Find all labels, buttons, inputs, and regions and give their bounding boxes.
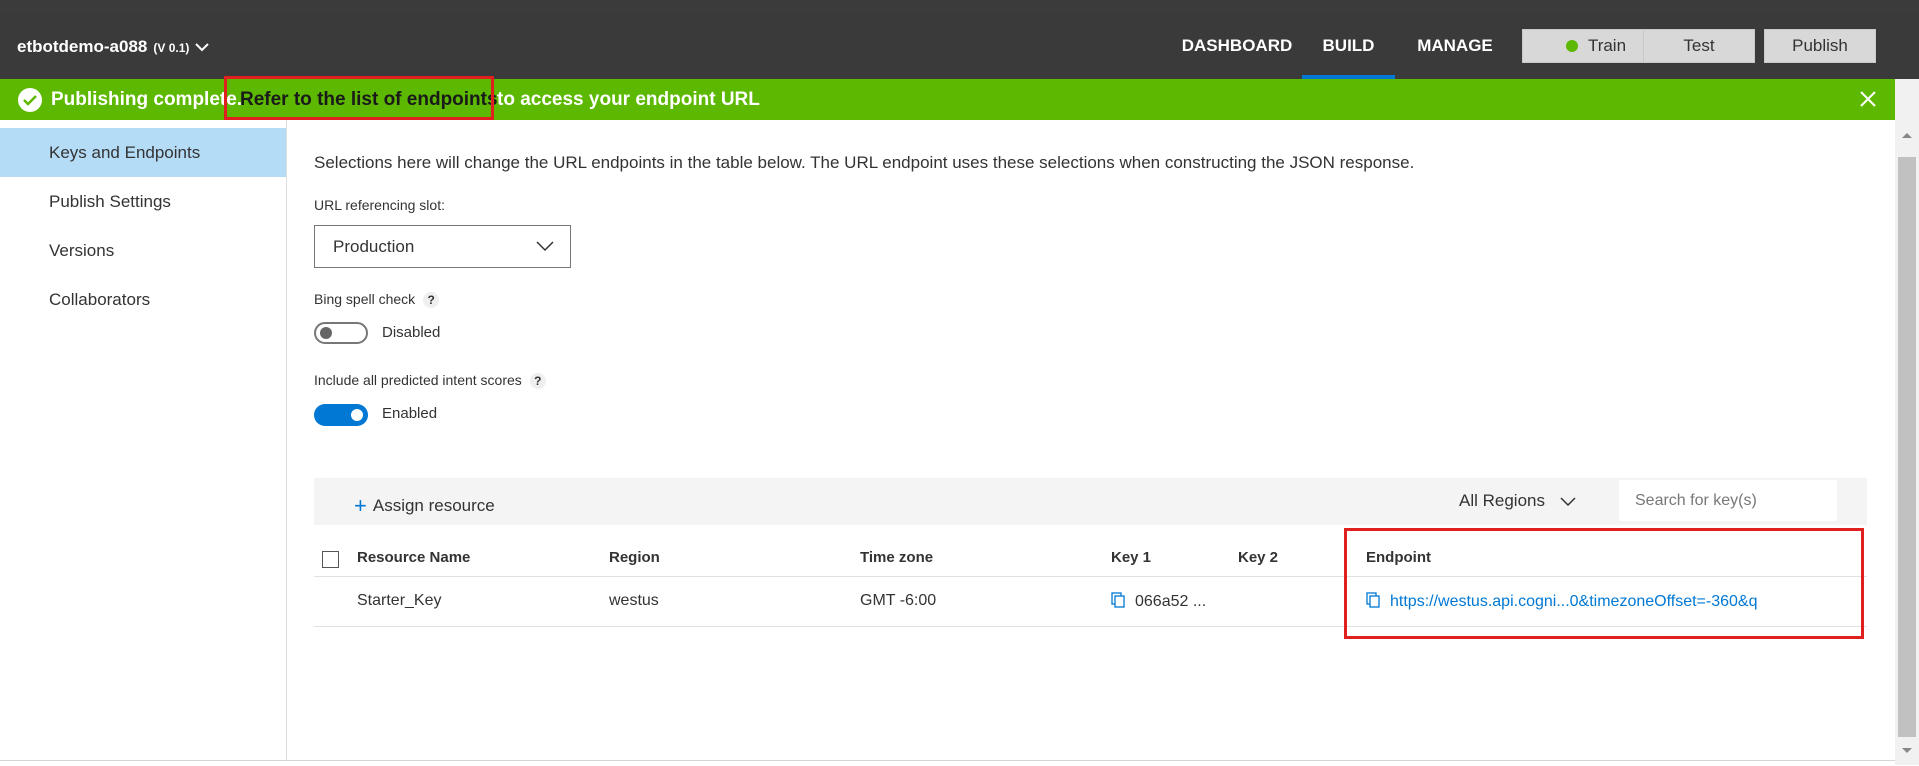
slot-label: URL referencing slot:	[314, 197, 445, 213]
column-key-1[interactable]: Key 1	[1111, 549, 1151, 566]
table-header: Resource Name Region Time zone Key 1 Key…	[314, 538, 1867, 577]
column-key-2[interactable]: Key 2	[1238, 549, 1278, 566]
plus-icon: +	[354, 493, 367, 518]
cell-time-zone: GMT -6:00	[860, 592, 937, 609]
regions-dropdown[interactable]: All Regions	[1459, 491, 1576, 511]
intent-scores-text: Include all predicted intent scores	[314, 372, 522, 388]
help-icon[interactable]: ?	[423, 292, 440, 308]
search-keys-input[interactable]	[1619, 480, 1837, 521]
sidebar-item-keys-endpoints[interactable]: Keys and Endpoints	[0, 128, 286, 177]
banner-suffix-text: to access your endpoint URL	[497, 89, 760, 110]
cell-endpoint: https://westus.api.cogni...0&timezoneOff…	[1366, 592, 1757, 611]
close-icon[interactable]	[1858, 89, 1878, 109]
resource-toolbar: + Assign resource All Regions	[314, 478, 1867, 525]
scroll-up-icon[interactable]	[1901, 131, 1913, 139]
app-version: (V 0.1)	[153, 41, 190, 55]
main-content: Selections here will change the URL endp…	[287, 120, 1895, 760]
test-label: Test	[1683, 36, 1715, 55]
intent-scores-state: Enabled	[382, 405, 438, 422]
sidebar-item-collaborators[interactable]: Collaborators	[0, 275, 286, 324]
chevron-down-icon	[195, 43, 210, 52]
table-row[interactable]: Starter_Key westus GMT -6:00 066a52 ... …	[314, 577, 1867, 627]
status-dot-icon	[1565, 40, 1578, 52]
top-strip	[0, 0, 1919, 13]
cell-region: westus	[609, 592, 659, 609]
endpoint-url-link[interactable]: https://westus.api.cogni...0&timezoneOff…	[1390, 593, 1757, 610]
toggle-knob	[351, 409, 363, 421]
copy-icon[interactable]	[1111, 592, 1125, 608]
settings-description: Selections here will change the URL endp…	[314, 153, 1415, 172]
sidebar: Keys and Endpoints Publish Settings Vers…	[0, 120, 287, 760]
notification-banner: Publishing complete. Refer to the list o…	[0, 76, 1895, 120]
vertical-scrollbar[interactable]	[1895, 79, 1919, 765]
help-icon[interactable]: ?	[529, 373, 546, 389]
test-button[interactable]: Test	[1643, 29, 1755, 63]
regions-value: All Regions	[1459, 491, 1545, 510]
publish-button[interactable]: Publish	[1764, 29, 1876, 63]
highlight-box	[224, 76, 494, 120]
cell-resource-name: Starter_Key	[357, 592, 442, 609]
sidebar-item-versions[interactable]: Versions	[0, 226, 286, 275]
intent-scores-toggle[interactable]	[314, 404, 368, 426]
nav-build[interactable]: BUILD	[1302, 13, 1395, 79]
publish-label: Publish	[1792, 36, 1848, 55]
scroll-down-icon[interactable]	[1901, 747, 1913, 755]
slot-value: Production	[333, 237, 415, 256]
bottom-border	[0, 760, 1895, 766]
cell-key-1: 066a52 ...	[1111, 592, 1206, 611]
sidebar-item-publish-settings[interactable]: Publish Settings	[0, 177, 286, 226]
column-time-zone[interactable]: Time zone	[860, 549, 933, 566]
app-name: etbotdemo-a088	[17, 37, 148, 56]
slot-dropdown[interactable]: Production	[314, 225, 571, 268]
column-resource-name[interactable]: Resource Name	[357, 549, 470, 566]
chevron-down-icon	[1560, 497, 1576, 506]
checkmark-icon	[18, 88, 42, 112]
intent-scores-label: Include all predicted intent scores?	[314, 372, 546, 389]
spell-check-toggle[interactable]	[314, 322, 368, 344]
nav-manage[interactable]: MANAGE	[1404, 13, 1506, 79]
key-1-value: 066a52 ...	[1135, 593, 1207, 610]
banner-status-text: Publishing complete.	[51, 89, 243, 110]
nav-dashboard[interactable]: DASHBOARD	[1172, 13, 1302, 79]
column-endpoint[interactable]: Endpoint	[1366, 549, 1431, 566]
app-switcher[interactable]: etbotdemo-a088 (V 0.1)	[17, 37, 210, 57]
assign-resource-label: Assign resource	[372, 496, 495, 515]
app-bar: etbotdemo-a088 (V 0.1) DASHBOARD BUILD M…	[0, 13, 1919, 79]
spell-check-text: Bing spell check	[314, 291, 416, 307]
spell-check-label: Bing spell check?	[314, 291, 440, 308]
select-all-checkbox[interactable]	[322, 551, 339, 568]
train-label: Train	[1587, 36, 1627, 55]
toggle-knob	[320, 327, 332, 339]
column-region[interactable]: Region	[609, 549, 660, 566]
assign-resource-button[interactable]: + Assign resource	[354, 491, 495, 518]
spell-check-state: Disabled	[382, 324, 441, 341]
chevron-down-icon	[536, 241, 554, 252]
scrollbar-thumb[interactable]	[1898, 157, 1916, 737]
copy-icon[interactable]	[1366, 592, 1380, 608]
